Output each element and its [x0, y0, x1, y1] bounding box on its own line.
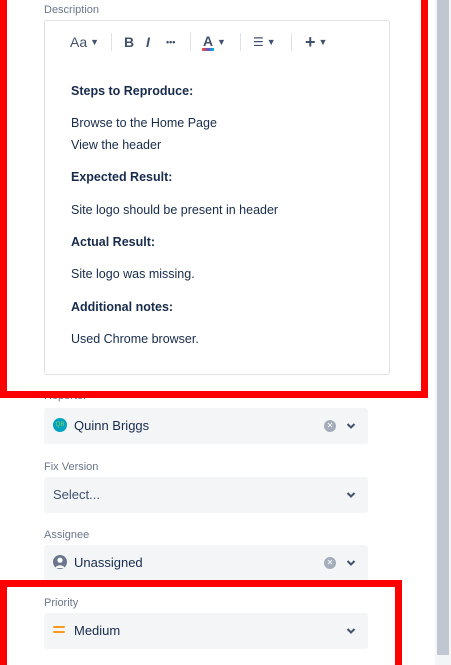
scrollbar-thumb[interactable]	[437, 0, 449, 655]
highlight-box-priority	[0, 580, 402, 665]
fix-version-select[interactable]: Select...	[44, 477, 368, 513]
assignee-value: Unassigned	[74, 555, 143, 570]
chevron-down-icon[interactable]	[346, 421, 356, 431]
assignee-label: Assignee	[44, 529, 90, 541]
chevron-down-icon[interactable]	[346, 558, 356, 568]
highlight-box-description	[0, 0, 428, 398]
avatar: QB	[53, 418, 67, 432]
assignee-select[interactable]: Unassigned ✕	[44, 545, 368, 581]
fix-version-label: Fix Version	[44, 461, 99, 473]
chevron-down-icon[interactable]	[346, 490, 356, 500]
reporter-value: Quinn Briggs	[74, 418, 150, 433]
clear-icon[interactable]: ✕	[324, 420, 336, 432]
clear-icon[interactable]: ✕	[324, 557, 336, 569]
fix-version-placeholder: Select...	[53, 487, 100, 502]
reporter-select[interactable]: QB Quinn Briggs ✕	[44, 408, 368, 444]
user-icon	[53, 555, 67, 569]
